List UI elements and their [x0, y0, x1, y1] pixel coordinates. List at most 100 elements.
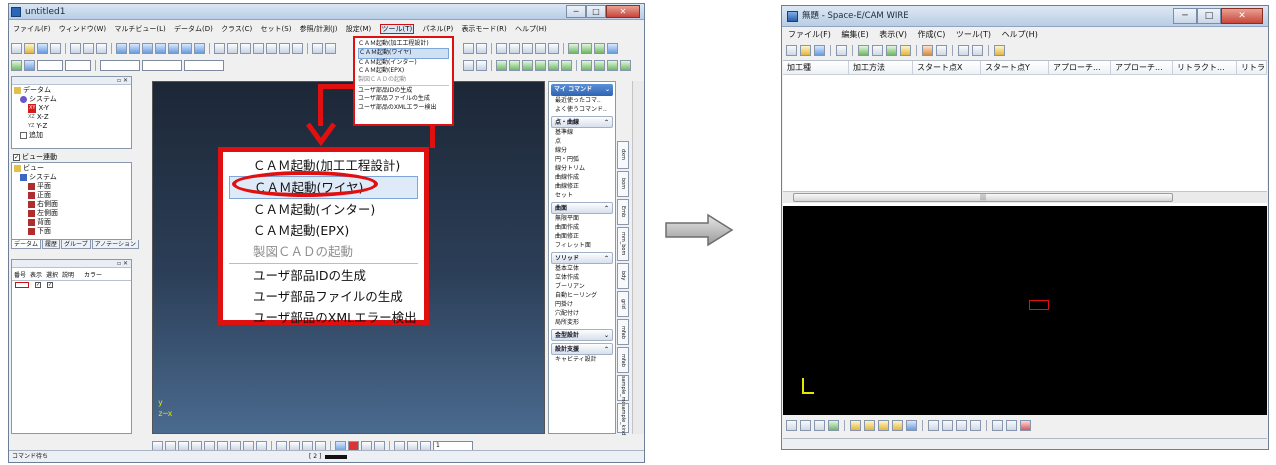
linetype-combo[interactable]: [142, 60, 182, 71]
grid-horizontal-scrollbar[interactable]: |||: [783, 191, 1267, 203]
tree-node-back[interactable]: 背面: [14, 218, 129, 227]
menu-file[interactable]: ファイル(F): [13, 25, 51, 33]
side-tab[interactable]: sample_kind: [617, 403, 629, 435]
menu-item-cam-epx[interactable]: ＣＡＭ起動(EPX): [358, 67, 449, 75]
render-icon-2[interactable]: [581, 43, 592, 54]
view-icon-3[interactable]: [142, 43, 153, 54]
menu-class[interactable]: クラス(C): [221, 25, 252, 33]
group-design-support[interactable]: 設計支援 ⌃: [551, 343, 613, 355]
tool-icon-2[interactable]: [83, 43, 94, 54]
group-mold-design[interactable]: 金型設計 ⌄: [551, 329, 613, 341]
tree-node-top[interactable]: 平面: [14, 182, 129, 191]
column-header[interactable]: 加工方法: [849, 61, 913, 74]
process-icon-3[interactable]: [886, 45, 897, 56]
wire-viewport[interactable]: [783, 206, 1267, 415]
menu-item-part-file[interactable]: ユーザ部品ファイルの生成: [358, 95, 449, 103]
menu-datum[interactable]: データム(D): [174, 25, 213, 33]
move-up-icon[interactable]: [958, 45, 969, 56]
menu-tools[interactable]: ツール(T): [379, 24, 415, 34]
command-panel-scrollbar[interactable]: [632, 81, 644, 434]
color-combo[interactable]: [100, 60, 140, 71]
open-folder-icon[interactable]: [24, 43, 35, 54]
new-file-icon[interactable]: [786, 45, 797, 56]
column-header[interactable]: アプローチ...: [1049, 61, 1111, 74]
menu-item-cam-inter[interactable]: ＣＡＭ起動(インター): [358, 59, 449, 67]
layer-icon-4[interactable]: [535, 43, 546, 54]
open-folder-icon[interactable]: [800, 45, 811, 56]
column-header[interactable]: リトラ: [1237, 61, 1267, 74]
grid-icon[interactable]: [463, 43, 474, 54]
tree-node-system[interactable]: システム: [14, 95, 129, 104]
move-icon[interactable]: [906, 419, 917, 431]
tool-icon-1[interactable]: [70, 43, 81, 54]
menu-help[interactable]: ヘルプ(H): [1002, 30, 1038, 39]
save-icon[interactable]: [814, 45, 825, 56]
tree-node-view-system[interactable]: システム: [14, 173, 129, 182]
side-tab[interactable]: sample_mod: [617, 375, 629, 408]
command-item[interactable]: 立体作成: [549, 273, 615, 282]
command-item[interactable]: 曲線作成: [549, 173, 615, 182]
menu-help[interactable]: ヘルプ(H): [515, 25, 547, 33]
side-tab[interactable]: bdy: [617, 263, 629, 289]
group-my-commands[interactable]: マイ コマンド ⌄: [551, 84, 613, 96]
render-icon-1[interactable]: [568, 43, 579, 54]
display-icon[interactable]: [476, 43, 487, 54]
tab-history[interactable]: 履歴: [42, 240, 61, 249]
snap-icon-6[interactable]: [561, 60, 572, 71]
group-solid[interactable]: ソリッド ⌃: [551, 252, 613, 264]
table-icon[interactable]: [476, 60, 487, 71]
tab-datum[interactable]: データム: [11, 240, 42, 249]
column-header[interactable]: スタート点Y: [981, 61, 1049, 74]
close-button[interactable]: ✕: [1221, 8, 1263, 24]
axis-view-icon-1[interactable]: [850, 419, 861, 431]
tree-node-left[interactable]: 左側面: [14, 209, 129, 218]
help-icon[interactable]: [970, 419, 981, 431]
column-header[interactable]: リトラクト...: [1173, 61, 1237, 74]
axis-view-icon-3[interactable]: [878, 419, 889, 431]
display-checkbox[interactable]: ✓: [35, 282, 41, 288]
view-icon-1[interactable]: [116, 43, 127, 54]
command-item[interactable]: 最近使ったコマ..: [549, 96, 615, 105]
menu-item-cam-inter[interactable]: ＣＡＭ起動(インター): [229, 199, 418, 220]
save-icon[interactable]: [37, 43, 48, 54]
tree-node-xy[interactable]: XY X-Y: [14, 104, 129, 113]
tree-node-bottom[interactable]: 下面: [14, 227, 129, 236]
snap-icon-5[interactable]: [548, 60, 559, 71]
table-row[interactable]: ✓ ✓: [12, 282, 131, 288]
side-tab[interactable]: mfab: [617, 319, 629, 345]
mode-combo[interactable]: [37, 60, 63, 71]
delete-icon[interactable]: [836, 45, 847, 56]
tab-group[interactable]: グループ: [61, 240, 91, 249]
side-tab[interactable]: mm_bom: [617, 227, 629, 261]
display-icon-2[interactable]: [942, 419, 953, 431]
tool-icon-1[interactable]: [992, 419, 1003, 431]
menu-window[interactable]: ウィンドウ(W): [59, 25, 106, 33]
command-item[interactable]: セット: [549, 191, 615, 200]
zoom-in-icon[interactable]: [227, 43, 238, 54]
display-icon-3[interactable]: [956, 419, 967, 431]
layer-select-icon[interactable]: [24, 60, 35, 71]
tab-annotation[interactable]: アノテーション: [91, 240, 140, 249]
filter-icon-1[interactable]: [312, 43, 323, 54]
menu-view[interactable]: 表示(V): [879, 30, 907, 39]
help-icon[interactable]: [994, 45, 1005, 56]
snap-icon-9[interactable]: [607, 60, 618, 71]
axis-view-icon-4[interactable]: [892, 419, 903, 431]
pan-icon[interactable]: [266, 43, 277, 54]
menu-edit[interactable]: 編集(E): [841, 30, 868, 39]
menu-panel[interactable]: パネル(P): [423, 25, 454, 33]
axis-view-icon-2[interactable]: [864, 419, 875, 431]
point-icon[interactable]: [828, 419, 839, 431]
print-icon[interactable]: [50, 43, 61, 54]
process-icon-4[interactable]: [900, 45, 911, 56]
select-checkbox[interactable]: ✓: [47, 282, 53, 288]
tool-icon-3[interactable]: [96, 43, 107, 54]
command-item[interactable]: 穴配付け: [549, 309, 615, 318]
play-icon[interactable]: [936, 45, 947, 56]
command-item[interactable]: 点: [549, 137, 615, 146]
filter-icon-2[interactable]: [325, 43, 336, 54]
command-item[interactable]: 基本立体: [549, 264, 615, 273]
side-tab[interactable]: mfab: [617, 347, 629, 373]
snap-icon-3[interactable]: [522, 60, 533, 71]
snap-icon-10[interactable]: [620, 60, 631, 71]
